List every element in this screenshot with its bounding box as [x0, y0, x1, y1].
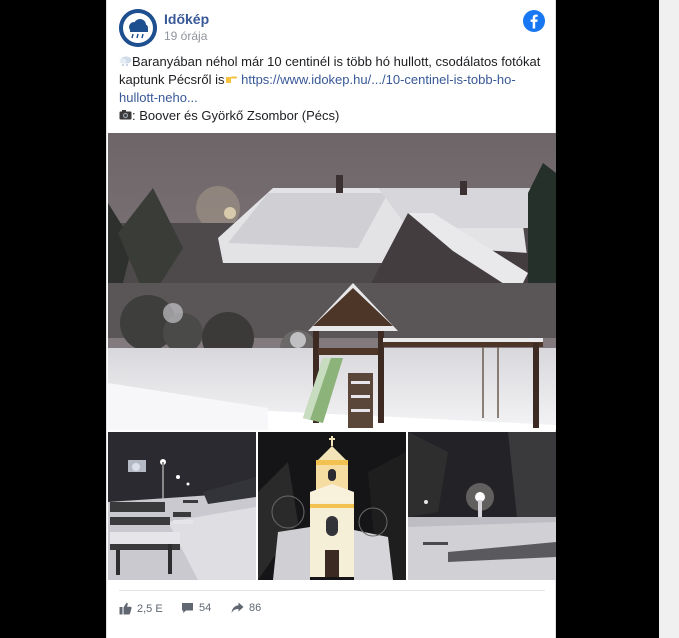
page-name-link[interactable]: Időkép [164, 11, 209, 27]
share-action[interactable]: 86 [231, 602, 261, 614]
comment-icon [182, 603, 193, 613]
actions-divider [119, 590, 545, 591]
shares-count: 86 [249, 602, 262, 614]
post-timestamp[interactable]: 19 órája [164, 29, 207, 43]
comments-count: 54 [199, 602, 212, 614]
likes-count: 2,5 E [137, 602, 163, 615]
idokep-logo-icon [119, 9, 157, 47]
post-text: Baranyában néhol már 10 centinél is több… [119, 53, 547, 125]
photo-credit: : Boover és Györkő Zsombor (Pécs) [132, 108, 340, 123]
page-avatar[interactable] [119, 9, 157, 47]
share-icon [231, 602, 244, 613]
thumbnail-church[interactable] [258, 432, 406, 580]
like-action[interactable]: 2,5 E [119, 602, 163, 615]
screenshot-stage: Időkép 19 órája Baranyában néhol már 10 … [0, 0, 679, 638]
pointing-hand-icon [225, 71, 238, 89]
thumbnail-park-bench[interactable] [108, 432, 256, 580]
post-header: Időkép 19 órája [119, 8, 545, 48]
facebook-icon[interactable] [523, 10, 545, 32]
like-icon [119, 602, 132, 615]
right-page-strip [659, 0, 679, 638]
main-photo-snowy-garden[interactable] [108, 133, 556, 430]
snow-cloud-icon [119, 53, 132, 71]
post-actions-bar: 2,5 E 54 86 [119, 600, 545, 622]
thumbnail-park-lamp[interactable] [408, 432, 556, 580]
comment-action[interactable]: 54 [181, 602, 211, 614]
facebook-post-card: Időkép 19 órája Baranyában néhol már 10 … [106, 0, 556, 638]
camera-icon [119, 107, 132, 125]
